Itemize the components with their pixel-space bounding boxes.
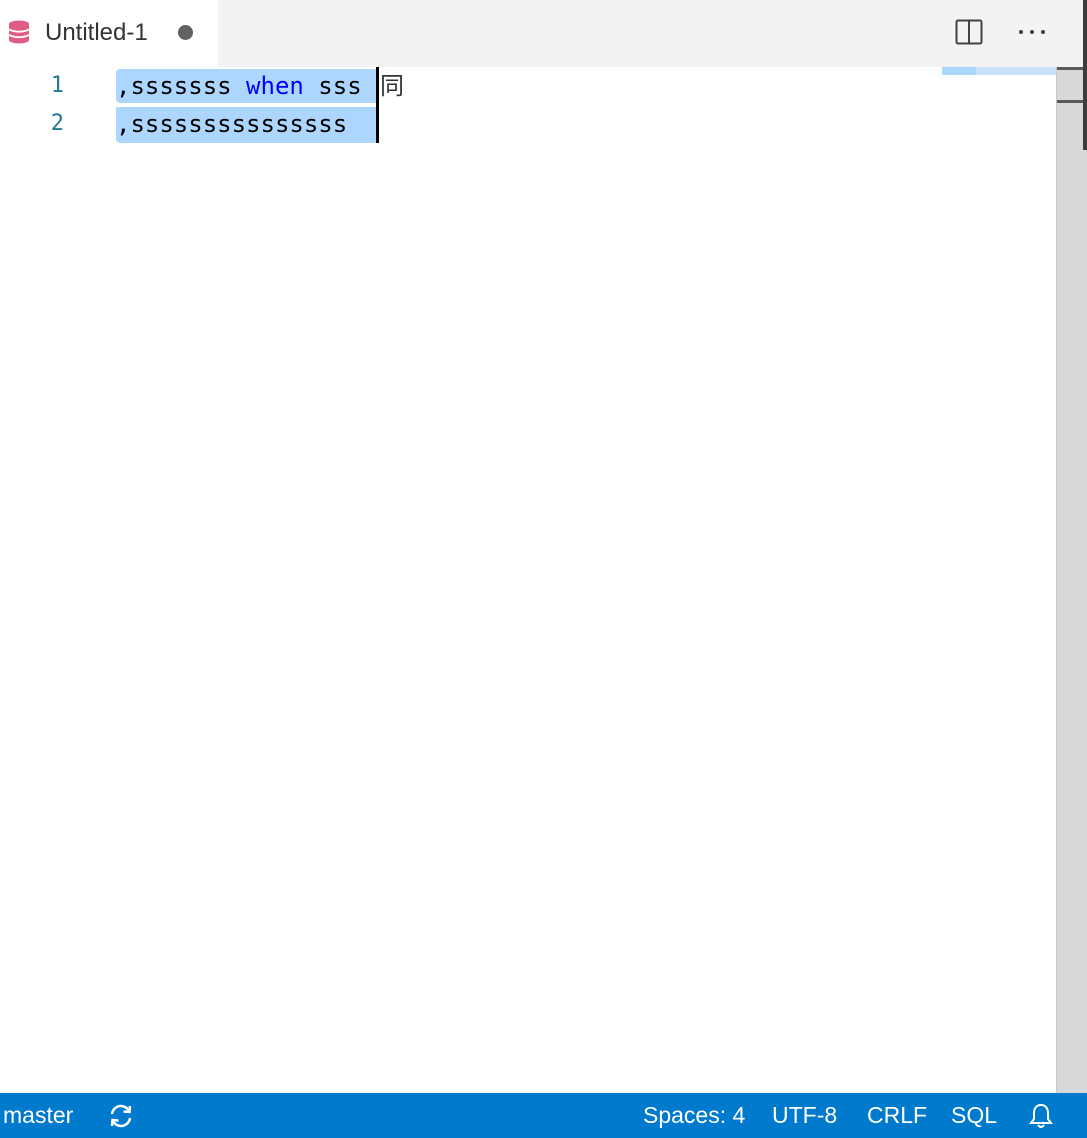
bell-icon[interactable] [1027,1102,1055,1130]
database-icon [8,20,30,44]
code-line[interactable]: ,sssssss when sss [116,67,362,105]
tab-untitled-1[interactable]: Untitled-1 [0,0,218,67]
unsaved-dot-icon[interactable] [178,25,193,40]
split-editor-icon[interactable] [955,19,983,45]
more-actions-icon[interactable] [1016,16,1048,48]
editor-window: Untitled-1 1 2 ,sssssss when sss 同 ,ssss… [0,0,1087,1138]
sync-icon[interactable] [107,1102,135,1130]
keyword-token: when [246,72,304,100]
status-bar: master Spaces: 4 UTF-8 CRLF SQL [0,1093,1087,1138]
language-status[interactable]: SQL [951,1093,997,1138]
ime-composition: 同 [380,72,404,100]
eol-status[interactable]: CRLF [867,1093,927,1138]
line-number: 1 [50,73,64,98]
text-cursor [376,105,379,143]
window-edge [1083,0,1087,150]
branch-status[interactable]: master [3,1093,73,1138]
code-token: ,sssssssssssssss [116,110,348,138]
code-line[interactable]: ,sssssssssssssss [116,105,347,143]
code-token: sss [303,72,362,100]
minimap-selection [942,67,976,75]
tab-title: Untitled-1 [45,19,148,46]
text-cursor [376,67,379,105]
code-editor[interactable]: 1 2 ,sssssss when sss 同 ,sssssssssssssss [0,67,1056,1093]
indentation-status[interactable]: Spaces: 4 [643,1093,745,1138]
code-token: ,sssssss [116,72,247,100]
tab-bar: Untitled-1 [0,0,1087,67]
line-number: 2 [50,111,64,136]
encoding-status[interactable]: UTF-8 [772,1093,837,1138]
vertical-scrollbar[interactable] [1056,67,1087,1093]
